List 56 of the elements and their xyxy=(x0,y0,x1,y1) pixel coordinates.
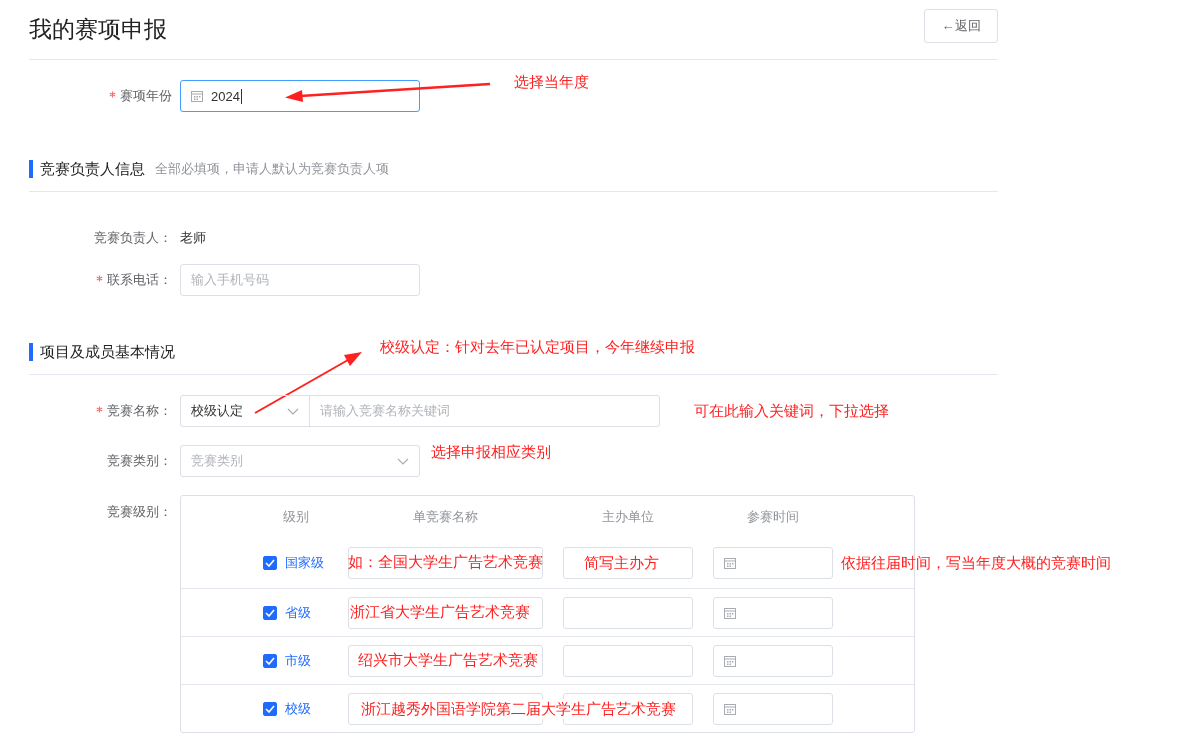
name-input-field[interactable]: 浙江省大学生广告艺术竞赛 xyxy=(348,596,543,629)
annotation-note: 校级认定：针对去年已认定项目，今年继续申报 xyxy=(380,337,695,357)
name-input-field[interactable] xyxy=(348,692,543,725)
checkbox[interactable] xyxy=(263,605,277,620)
chevron-down-icon xyxy=(397,457,409,465)
section-title: 竞赛负责人信息 xyxy=(29,159,145,178)
column-header: 主办单位 xyxy=(601,508,655,526)
calendar-icon xyxy=(724,654,736,667)
leader-name: 老师 xyxy=(180,229,206,247)
calendar-icon xyxy=(724,702,736,715)
date-picker-field[interactable] xyxy=(713,596,833,629)
level-label: 市级 xyxy=(285,651,311,670)
calendar-icon xyxy=(191,90,203,102)
competition-name-field[interactable]: 校级认定 请输入竞赛名称关键词 xyxy=(180,395,660,427)
checkbox[interactable] xyxy=(263,653,277,668)
date-picker-field[interactable] xyxy=(713,644,833,677)
section-hint: 全部必填项，申请人默认为竞赛负责人项 xyxy=(155,159,389,178)
field-label: 赛项年份 xyxy=(120,88,172,103)
date-picker-field[interactable] xyxy=(713,547,833,579)
field-label: 竞赛负责人： xyxy=(94,230,172,245)
back-button[interactable]: ←返回 xyxy=(924,8,998,43)
level-label: 国家级 xyxy=(285,554,324,572)
column-header: 级别 xyxy=(281,508,310,526)
field-label: 竞赛类别： xyxy=(107,453,172,468)
column-header: 参赛时间 xyxy=(746,508,800,526)
organizer-input-field[interactable] xyxy=(563,596,693,629)
annotation-note: 浙江省大学生广告艺术竞赛 xyxy=(350,601,530,622)
annotation-note: 可在此输入关键词，下拉选择 xyxy=(694,401,889,421)
annotation-note: 选择当年度 xyxy=(514,72,589,92)
annotation-note: 依据往届时间，写当年度大概的竞赛时间 xyxy=(841,553,1111,573)
calendar-icon xyxy=(724,557,736,569)
annotation-note: 简写主办方 xyxy=(584,553,659,573)
annotation-note: 选择申报相应类别 xyxy=(431,442,551,462)
name-input-field[interactable]: 如：全国大学生广告艺术竞赛 xyxy=(348,547,543,579)
date-picker-field[interactable] xyxy=(713,692,833,725)
organizer-input-field[interactable] xyxy=(563,644,693,677)
checkbox[interactable] xyxy=(263,701,277,716)
name-input-field[interactable]: 绍兴市大学生广告艺术竞赛 xyxy=(348,644,543,677)
page-title: 我的赛项申报 xyxy=(29,15,167,44)
year-picker-field[interactable]: 2024 xyxy=(180,80,420,112)
annotation-note: 如：全国大学生广告艺术竞赛 xyxy=(348,552,543,572)
column-header: 单竞赛名称 xyxy=(412,508,479,526)
calendar-icon xyxy=(724,606,736,619)
field-label: 竞赛级别： xyxy=(107,504,172,519)
level-label: 校级 xyxy=(285,699,311,718)
annotation-note: 绍兴市大学生广告艺术竞赛 xyxy=(358,649,538,670)
level-label: 省级 xyxy=(285,603,311,622)
field-label: 联系电话： xyxy=(107,272,172,287)
phone-input-field[interactable]: 输入手机号码 xyxy=(180,264,420,296)
category-select-field[interactable]: 竞赛类别 xyxy=(180,445,420,477)
chevron-down-icon xyxy=(287,407,299,415)
annotation-note: 浙江越秀外国语学院第二届大学生广告艺术竞赛 xyxy=(359,699,678,719)
organizer-input-field[interactable]: 简写主办方 xyxy=(563,547,693,579)
field-label: 竞赛名称： xyxy=(107,403,172,418)
section-title: 项目及成员基本情况 xyxy=(29,342,175,361)
checkbox[interactable] xyxy=(263,556,277,570)
